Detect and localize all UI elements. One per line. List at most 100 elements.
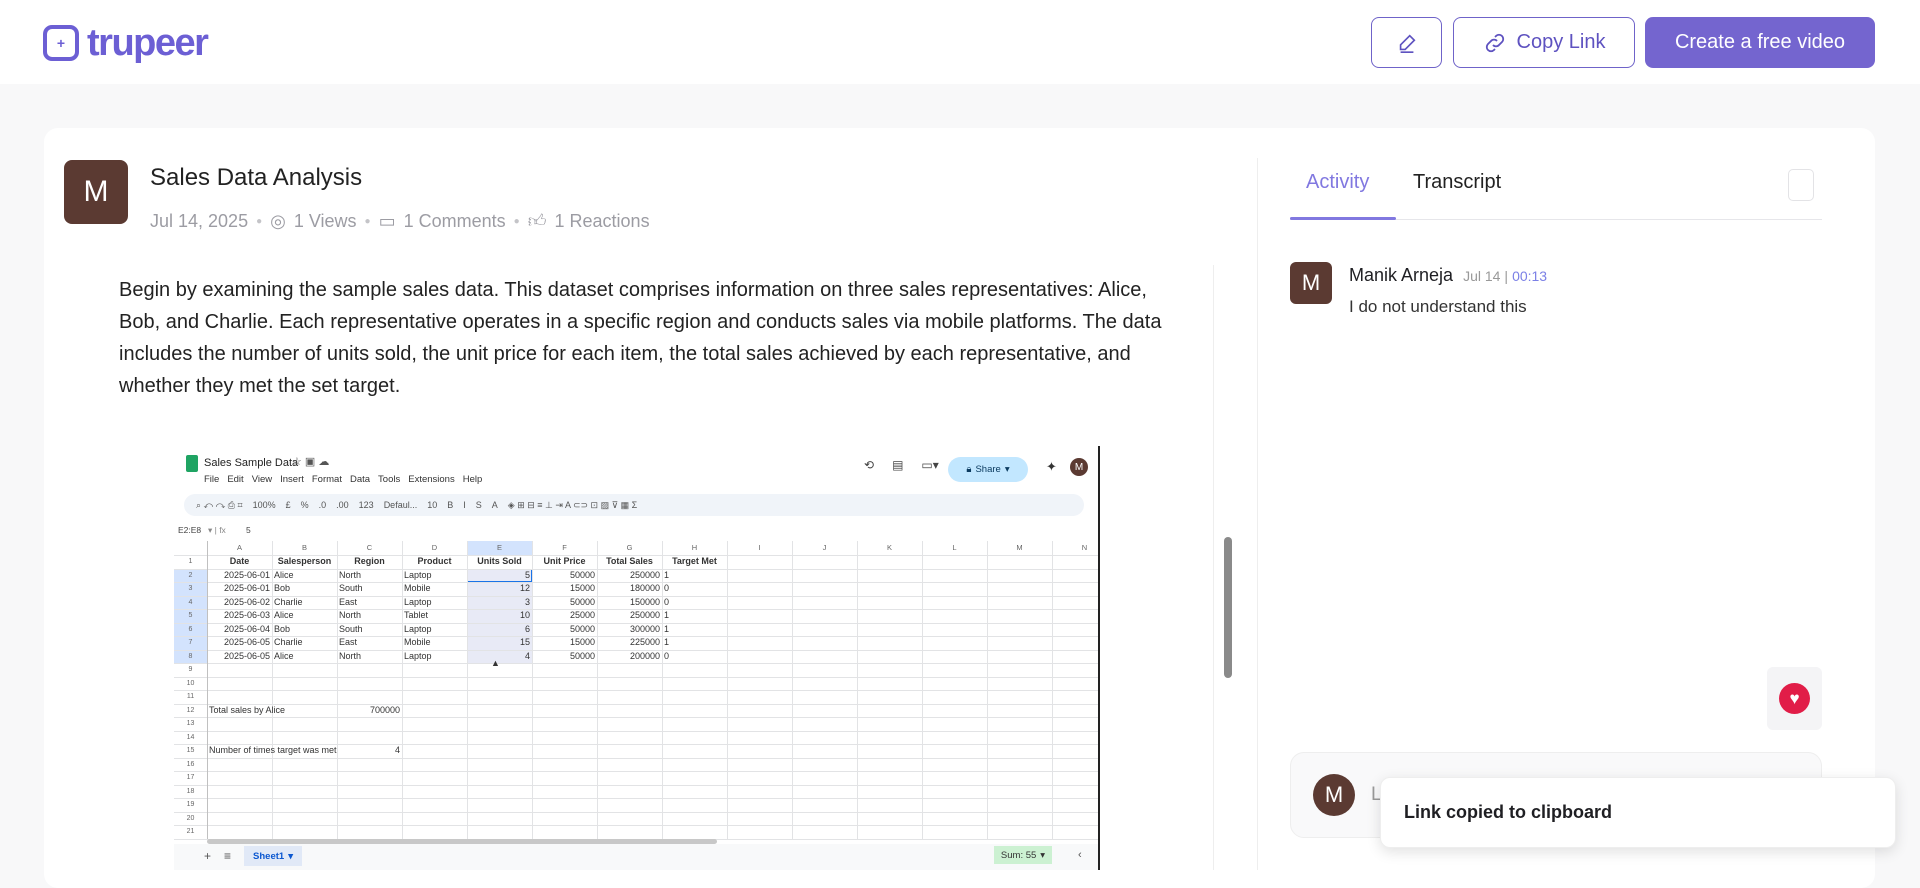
table-cell: 1 <box>664 610 670 620</box>
formula-value: 5 <box>246 525 251 535</box>
table-cell: 5 <box>524 569 530 580</box>
table-cell: 2025-06-01 <box>223 569 270 580</box>
row-header: 18 <box>186 787 195 795</box>
panel-toggle-icon[interactable] <box>1788 169 1814 201</box>
table-cell: Alice <box>274 650 294 661</box>
grid-line <box>174 825 1098 826</box>
tab-transcript[interactable]: Transcript <box>1413 171 1501 194</box>
grid-line <box>174 798 1098 799</box>
sheet-title: Sales Sample Data <box>204 457 299 469</box>
column-header: B <box>301 543 307 552</box>
share-button: 🔒︎ Share ▾ <box>948 457 1028 482</box>
table-cell: Laptop <box>404 623 432 634</box>
table-cell: 50000 <box>569 569 595 580</box>
column-header: L <box>952 543 957 552</box>
table-cell: South <box>339 583 363 593</box>
table-header-cell: Region <box>354 556 385 566</box>
grid-line <box>174 717 1098 718</box>
toast-notification: Link copied to clipboard <box>1380 777 1896 848</box>
panel-divider <box>1257 158 1258 870</box>
sheet-menu-item: Tools <box>378 474 401 485</box>
table-cell: 15 <box>519 637 530 647</box>
edit-button[interactable] <box>1371 17 1442 68</box>
table-cell: 2025-06-04 <box>223 623 270 634</box>
sheet-toolbar: ⌕ ↶ ↷ ⎙ ⌗ 100% £% .0 .00 123 Defaul... 10 B I S A ◈ … <box>184 494 1084 516</box>
create-free-video-button[interactable]: Create a free video <box>1645 17 1875 68</box>
column-header: K <box>886 543 892 552</box>
table-cell: 50000 <box>569 623 595 634</box>
table-cell: 1 <box>664 623 670 634</box>
toolbar-item: .0 <box>318 500 327 510</box>
table-cell: 50000 <box>569 596 595 607</box>
row-header: 14 <box>186 733 195 741</box>
sheet-menu-item: Data <box>349 474 371 485</box>
table-cell: 200000 <box>629 650 660 661</box>
table-cell: North <box>339 569 362 580</box>
sheet-menu-item: Extensions <box>408 474 455 485</box>
toolbar-item: 123 <box>358 500 374 510</box>
table-cell: 250000 <box>629 569 660 580</box>
table-cell: Laptop <box>404 650 432 661</box>
copy-link-button[interactable]: Copy Link <box>1453 17 1635 68</box>
comments-icon: ▤ <box>892 458 904 472</box>
comment-timestamp[interactable]: 00:13 <box>1512 268 1547 284</box>
row-header: 3 <box>188 585 193 592</box>
row-header: 20 <box>186 814 195 822</box>
table-cell: 1 <box>664 637 670 647</box>
tab-activity[interactable]: Activity <box>1306 171 1369 194</box>
table-cell: East <box>339 637 358 647</box>
table-cell: 250000 <box>629 610 660 620</box>
input-avatar: M <box>1313 774 1355 816</box>
table-header-cell: Product <box>417 556 452 566</box>
reaction-button[interactable]: ♥ <box>1767 667 1822 730</box>
row-header: 7 <box>188 639 193 646</box>
sheet-menu-item: Edit <box>227 474 244 485</box>
toolbar-item: 10 <box>427 500 438 510</box>
toolbar-item: B <box>447 500 454 510</box>
column-header: F <box>562 543 567 552</box>
table-cell: 3 <box>524 596 530 607</box>
comment-header: Manik Arneja Jul 14 | 00:13 <box>1349 265 1547 286</box>
thumbs-up-icon: 👍︎ <box>527 211 547 231</box>
toolbar-item: Defaul... <box>383 500 418 510</box>
column-header: C <box>366 543 373 552</box>
top-bar: + trupeer Copy Link Create a free video <box>0 0 1920 84</box>
sheet-tab-label: Sheet1 <box>253 850 285 862</box>
sheet-menu-bar: File Edit View Insert Format Data Tools Extensi… <box>204 474 482 485</box>
grid-line <box>174 771 1098 772</box>
sheet-menu-item: Format <box>311 474 342 485</box>
table-cell: 50000 <box>569 650 595 661</box>
active-tab-indicator <box>1290 217 1396 220</box>
table-header-cell: Unit Price <box>543 556 586 566</box>
column-header: E <box>496 543 502 552</box>
content-scrollbar[interactable] <box>1224 537 1232 678</box>
toolbar-icons: ⌕ ↶ ↷ ⎙ ⌗ <box>196 499 243 510</box>
table-cell: 1 <box>664 569 670 580</box>
row-header: 10 <box>186 679 195 687</box>
table-cell: 0 <box>664 596 670 607</box>
toolbar-item: £ <box>285 500 291 510</box>
column-header: H <box>691 543 698 552</box>
row-header: 15 <box>186 747 195 754</box>
column-header: D <box>431 543 438 552</box>
table-cell: North <box>339 610 362 620</box>
table-cell: 2025-06-02 <box>223 596 270 607</box>
chevron-down-icon: ▾ <box>288 850 293 862</box>
column-header: I <box>758 543 761 552</box>
summary-value: 700000 <box>369 704 400 715</box>
history-icon: ⟲ <box>864 458 875 472</box>
create-video-label: Create a free video <box>1674 31 1846 53</box>
trupeer-logo[interactable]: + trupeer <box>43 24 209 62</box>
star-folder-cloud-icons: ☆ ▣ ☁ <box>292 456 330 468</box>
toolbar-item: % <box>300 500 309 510</box>
row-header: 1 <box>188 558 193 565</box>
logo-icon: + <box>43 25 79 61</box>
author-avatar: M <box>64 160 128 224</box>
toolbar-item: A <box>491 500 498 510</box>
separator: | <box>1504 268 1509 284</box>
toolbar-item: .00 <box>336 500 349 510</box>
gemini-icon: ✦ <box>1046 459 1057 474</box>
reactions-count: 1 Reactions <box>554 210 650 231</box>
table-cell: Mobile <box>404 583 431 593</box>
sheet-menu-item: Help <box>462 474 483 485</box>
